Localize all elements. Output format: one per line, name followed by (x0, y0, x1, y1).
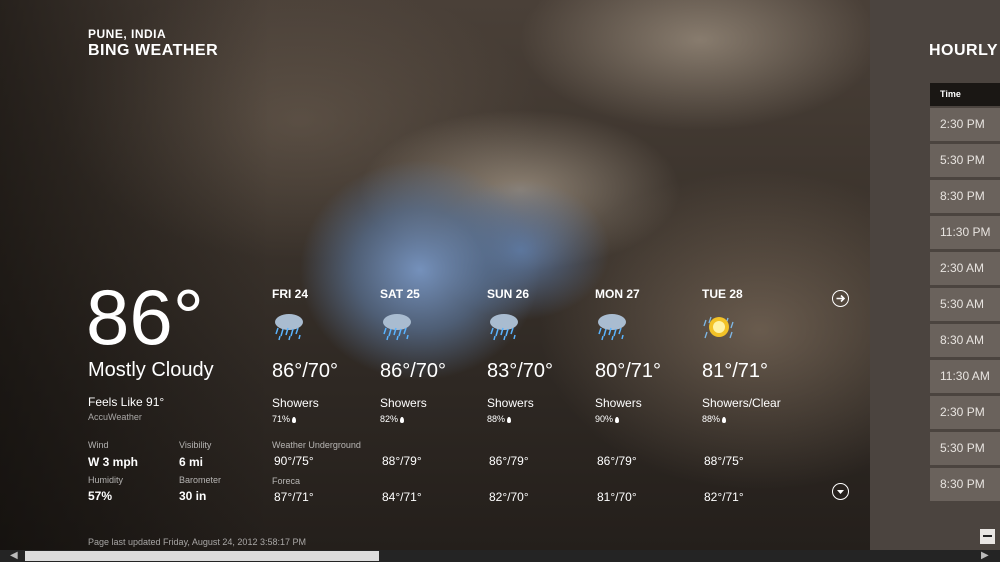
hourly-time-cell[interactable]: 2:30 PM (930, 396, 1000, 429)
barometer-value: 30 in (179, 489, 207, 503)
hourly-time-cell[interactable]: 11:30 AM (930, 360, 1000, 393)
expand-down-icon[interactable] (832, 483, 849, 500)
hourly-time-cell[interactable]: 8:30 PM (930, 468, 1000, 501)
forecast-day[interactable]: FRI 24 86°/70° Showers 71% 90°/75° 87°/7… (272, 287, 372, 504)
wind-label: Wind (88, 440, 109, 450)
weather-underground-hilo: 86°/79° (597, 454, 637, 468)
forecast-day[interactable]: MON 27 80°/71° Showers 90% 86°/79° 81°/7… (595, 287, 695, 504)
raindrop-icon (615, 416, 620, 423)
hourly-time-cell[interactable]: 8:30 AM (930, 324, 1000, 357)
horizontal-scrollbar[interactable]: ◀ ▶ (0, 550, 1000, 562)
forecast-condition: Showers/Clear (702, 396, 781, 410)
forecast-day[interactable]: SAT 25 86°/70° Showers 82% 88°/79° 84°/7… (380, 287, 480, 504)
raindrop-icon (722, 416, 727, 423)
precip-chance: 90% (595, 414, 620, 424)
high-low: 80°/71° (595, 360, 662, 382)
forecast-condition: Showers (595, 396, 642, 410)
foreca-hilo: 87°/71° (274, 490, 314, 504)
precip-chance: 71% (272, 414, 297, 424)
foreca-hilo: 82°/70° (489, 490, 529, 504)
raindrop-icon (292, 416, 297, 423)
weather-underground-hilo: 88°/79° (382, 454, 422, 468)
time-column-header: Time (930, 83, 1000, 106)
next-arrow-icon[interactable] (832, 290, 849, 307)
app-title: BING WEATHER (88, 42, 219, 59)
day-name: FRI 24 (272, 287, 309, 301)
precip-chance: 88% (702, 414, 727, 424)
scrollbar-thumb[interactable] (25, 551, 379, 561)
forecast-condition: Showers (380, 396, 427, 410)
day-name: SUN 26 (487, 287, 530, 301)
hourly-time-cell[interactable]: 5:30 PM (930, 144, 1000, 177)
zoom-out-button[interactable] (980, 529, 995, 544)
showers-icon (383, 314, 411, 341)
source-label-weather-underground: Weather Underground (272, 440, 361, 450)
visibility-value: 6 mi (179, 455, 204, 469)
scroll-right-icon[interactable]: ▶ (981, 550, 989, 562)
raindrop-icon (507, 416, 512, 423)
forecast-condition: Showers (272, 396, 319, 410)
location-label: PUNE, INDIA (88, 27, 167, 41)
sun-showers-icon (703, 316, 734, 339)
hourly-time-cell[interactable]: 5:30 AM (930, 288, 1000, 321)
humidity-label: Humidity (88, 475, 124, 485)
day-name: TUE 28 (702, 287, 743, 301)
weather-underground-hilo: 88°/75° (704, 454, 744, 468)
source-label-foreca: Foreca (272, 476, 301, 486)
feels-like: Feels Like 91° (88, 395, 165, 409)
hourly-time-cell[interactable]: 11:30 PM (930, 216, 1000, 249)
high-low: 86°/70° (380, 360, 447, 382)
high-low: 86°/70° (272, 360, 339, 382)
raindrop-icon (400, 416, 405, 423)
forecast-day[interactable]: TUE 28 81°/71° Showers/Clear 88% 88°/75°… (702, 287, 802, 504)
high-low: 81°/71° (702, 360, 769, 382)
weather-underground-hilo: 86°/79° (489, 454, 529, 468)
weather-underground-hilo: 90°/75° (274, 454, 314, 468)
foreca-hilo: 82°/71° (704, 490, 744, 504)
showers-icon (490, 314, 518, 341)
provider-label: AccuWeather (88, 412, 142, 422)
precip-chance: 82% (380, 414, 405, 424)
visibility-label: Visibility (179, 440, 212, 450)
humidity-value: 57% (88, 489, 113, 503)
forecast-day[interactable]: SUN 26 83°/70° Showers 88% 86°/79° 82°/7… (487, 287, 587, 504)
hourly-time-cell[interactable]: 8:30 PM (930, 180, 1000, 213)
barometer-label: Barometer (179, 475, 222, 485)
showers-icon (275, 314, 303, 341)
day-name: SAT 25 (380, 287, 420, 301)
wind-value: W 3 mph (88, 455, 138, 469)
hourly-time-cell[interactable]: 2:30 PM (930, 108, 1000, 141)
current-temperature: 86° (86, 273, 204, 361)
forecast-condition: Showers (487, 396, 534, 410)
hourly-time-cell[interactable]: 5:30 PM (930, 432, 1000, 465)
precip-chance: 88% (487, 414, 512, 424)
showers-icon (598, 314, 626, 341)
high-low: 83°/70° (487, 360, 554, 382)
foreca-hilo: 84°/71° (382, 490, 422, 504)
current-condition: Mostly Cloudy (88, 359, 214, 381)
hourly-time-cell[interactable]: 2:30 AM (930, 252, 1000, 285)
scroll-left-icon[interactable]: ◀ (10, 550, 18, 562)
day-name: MON 27 (595, 287, 640, 301)
hourly-title: HOURLY (929, 42, 999, 59)
foreca-hilo: 81°/70° (597, 490, 637, 504)
last-updated: Page last updated Friday, August 24, 201… (88, 537, 306, 547)
